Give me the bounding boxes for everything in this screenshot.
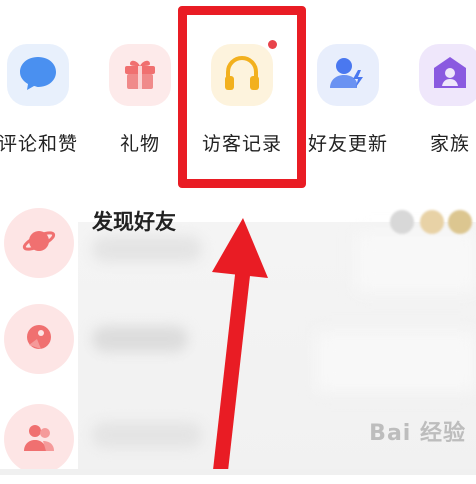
annotation-arrow bbox=[212, 218, 268, 475]
bottom-strip bbox=[0, 469, 476, 475]
watermark: Bai 经验 bbox=[369, 421, 466, 446]
